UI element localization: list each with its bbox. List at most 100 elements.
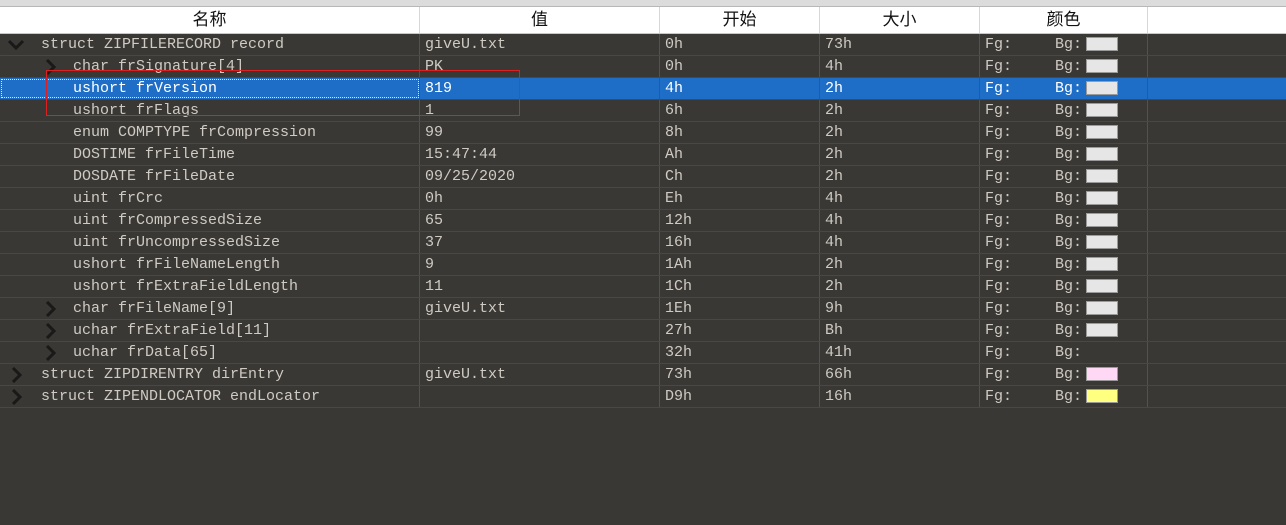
row-name-cell[interactable]: char frFileName[9] — [0, 298, 420, 319]
row-color-cell[interactable]: Fg: Bg: — [980, 122, 1148, 143]
tree-row[interactable]: ushort frVersion 819 4h 2h Fg: Bg: — [0, 78, 1286, 100]
chevron-right-icon[interactable] — [42, 59, 58, 75]
row-name-cell[interactable]: enum COMPTYPE frCompression — [0, 122, 420, 143]
row-value[interactable]: 9 — [420, 254, 660, 275]
tree-row[interactable]: ushort frExtraFieldLength 11 1Ch 2h Fg: Bg: — [0, 276, 1286, 298]
bg-color-swatch[interactable] — [1086, 323, 1118, 337]
row-color-cell[interactable]: Fg: Bg: — [980, 232, 1148, 253]
row-color-cell[interactable]: Fg: Bg: — [980, 188, 1148, 209]
bg-color-swatch[interactable] — [1086, 59, 1118, 73]
row-name-cell[interactable]: uchar frExtraField[11] — [0, 320, 420, 341]
row-name-cell[interactable]: ushort frVersion — [0, 78, 420, 99]
bg-color-swatch[interactable] — [1086, 257, 1118, 271]
row-value[interactable]: 65 — [420, 210, 660, 231]
bg-color-swatch[interactable] — [1086, 81, 1118, 95]
tree-row[interactable]: uint frCompressedSize 65 12h 4h Fg: Bg: — [0, 210, 1286, 232]
row-value[interactable]: giveU.txt — [420, 364, 660, 385]
tree-row[interactable]: DOSDATE frFileDate 09/25/2020 Ch 2h Fg: Bg: — [0, 166, 1286, 188]
row-name-cell[interactable]: uint frCompressedSize — [0, 210, 420, 231]
tree-row[interactable]: ushort frFlags 1 6h 2h Fg: Bg: — [0, 100, 1286, 122]
bg-color-swatch[interactable] — [1086, 103, 1118, 117]
row-name-cell[interactable]: ushort frFileNameLength — [0, 254, 420, 275]
row-name-cell[interactable]: DOSDATE frFileDate — [0, 166, 420, 187]
header-size[interactable]: 大小 — [820, 7, 980, 33]
row-color-cell[interactable]: Fg: Bg: — [980, 386, 1148, 407]
tree-row[interactable]: struct ZIPENDLOCATOR endLocator D9h 16h Fg:… — [0, 386, 1286, 408]
bg-color-swatch[interactable] — [1086, 169, 1118, 183]
row-name-cell[interactable]: struct ZIPDIRENTRY dirEntry — [0, 364, 420, 385]
row-color-cell[interactable]: Fg: Bg: — [980, 210, 1148, 231]
tree-row[interactable]: uchar frData[65] 32h 41h Fg: Bg: — [0, 342, 1286, 364]
row-color-cell[interactable]: Fg: Bg: — [980, 320, 1148, 341]
tree-row[interactable]: uchar frExtraField[11] 27h Bh Fg: Bg: — [0, 320, 1286, 342]
row-name-cell[interactable]: uint frCrc — [0, 188, 420, 209]
row-color-cell[interactable]: Fg: Bg: — [980, 34, 1148, 55]
bg-color-swatch[interactable] — [1086, 191, 1118, 205]
header-value[interactable]: 值 — [420, 7, 660, 33]
row-color-cell[interactable]: Fg: Bg: — [980, 364, 1148, 385]
header-color[interactable]: 颜色 — [980, 7, 1148, 33]
header-name[interactable]: 名称 — [0, 7, 420, 33]
row-name-cell[interactable]: char frSignature[4] — [0, 56, 420, 77]
row-color-cell[interactable]: Fg: Bg: — [980, 56, 1148, 77]
row-value[interactable]: 11 — [420, 276, 660, 297]
row-value[interactable] — [420, 342, 660, 363]
row-name-cell[interactable]: struct ZIPFILERECORD record — [0, 34, 420, 55]
chevron-right-icon[interactable] — [42, 301, 58, 317]
row-color-cell[interactable]: Fg: Bg: — [980, 276, 1148, 297]
tree-row[interactable]: uint frCrc 0h Eh 4h Fg: Bg: — [0, 188, 1286, 210]
row-value[interactable]: giveU.txt — [420, 34, 660, 55]
tree-row[interactable]: struct ZIPFILERECORD record giveU.txt 0h 73… — [0, 34, 1286, 56]
row-color-cell[interactable]: Fg: Bg: — [980, 342, 1148, 363]
row-value[interactable]: 15:47:44 — [420, 144, 660, 165]
row-color-cell[interactable]: Fg: Bg: — [980, 78, 1148, 99]
row-color-cell[interactable]: Fg: Bg: — [980, 100, 1148, 121]
row-name-cell[interactable]: ushort frExtraFieldLength — [0, 276, 420, 297]
tree-row[interactable]: DOSTIME frFileTime 15:47:44 Ah 2h Fg: Bg: — [0, 144, 1286, 166]
fg-label: Fg: — [985, 388, 1013, 405]
row-value[interactable]: giveU.txt — [420, 298, 660, 319]
row-value[interactable] — [420, 386, 660, 407]
row-value[interactable]: 1 — [420, 100, 660, 121]
row-color-cell[interactable]: Fg: Bg: — [980, 254, 1148, 275]
row-value[interactable]: 819 — [420, 78, 660, 99]
row-name-cell[interactable]: struct ZIPENDLOCATOR endLocator — [0, 386, 420, 407]
bg-color-swatch[interactable] — [1086, 235, 1118, 249]
row-value[interactable]: 99 — [420, 122, 660, 143]
tree-row[interactable]: uint frUncompressedSize 37 16h 4h Fg: Bg: — [0, 232, 1286, 254]
row-value[interactable] — [420, 320, 660, 341]
bg-color-swatch[interactable] — [1086, 279, 1118, 293]
bg-color-swatch[interactable] — [1086, 389, 1118, 403]
tree-row[interactable]: char frFileName[9] giveU.txt 1Eh 9h Fg: Bg: — [0, 298, 1286, 320]
row-name-cell[interactable]: ushort frFlags — [0, 100, 420, 121]
row-color-cell[interactable]: Fg: Bg: — [980, 144, 1148, 165]
row-value[interactable]: PK — [420, 56, 660, 77]
row-name-cell[interactable]: uchar frData[65] — [0, 342, 420, 363]
row-color-cell[interactable]: Fg: Bg: — [980, 166, 1148, 187]
row-color-cell[interactable]: Fg: Bg: — [980, 298, 1148, 319]
tree-row[interactable]: enum COMPTYPE frCompression 99 8h 2h Fg: Bg: — [0, 122, 1286, 144]
tree-row[interactable]: struct ZIPDIRENTRY dirEntry giveU.txt 73h 6… — [0, 364, 1286, 386]
chevron-right-icon[interactable] — [8, 367, 24, 383]
fg-label: Fg: — [985, 36, 1013, 53]
chevron-right-icon[interactable] — [42, 345, 58, 361]
bg-color-swatch[interactable] — [1086, 213, 1118, 227]
header-start[interactable]: 开始 — [660, 7, 820, 33]
chevron-right-icon[interactable] — [8, 389, 24, 405]
row-value[interactable]: 0h — [420, 188, 660, 209]
fg-label: Fg: — [985, 58, 1013, 75]
row-value[interactable]: 09/25/2020 — [420, 166, 660, 187]
tree-row[interactable]: char frSignature[4] PK 0h 4h Fg: Bg: — [0, 56, 1286, 78]
chevron-right-icon[interactable] — [42, 323, 58, 339]
bg-label: Bg: — [1055, 168, 1083, 185]
bg-color-swatch[interactable] — [1086, 301, 1118, 315]
tree-row[interactable]: ushort frFileNameLength 9 1Ah 2h Fg: Bg: — [0, 254, 1286, 276]
row-name-cell[interactable]: DOSTIME frFileTime — [0, 144, 420, 165]
bg-color-swatch[interactable] — [1086, 125, 1118, 139]
bg-color-swatch[interactable] — [1086, 367, 1118, 381]
chevron-down-icon[interactable] — [8, 37, 24, 53]
row-value[interactable]: 37 — [420, 232, 660, 253]
bg-color-swatch[interactable] — [1086, 37, 1118, 51]
bg-color-swatch[interactable] — [1086, 147, 1118, 161]
row-name-cell[interactable]: uint frUncompressedSize — [0, 232, 420, 253]
